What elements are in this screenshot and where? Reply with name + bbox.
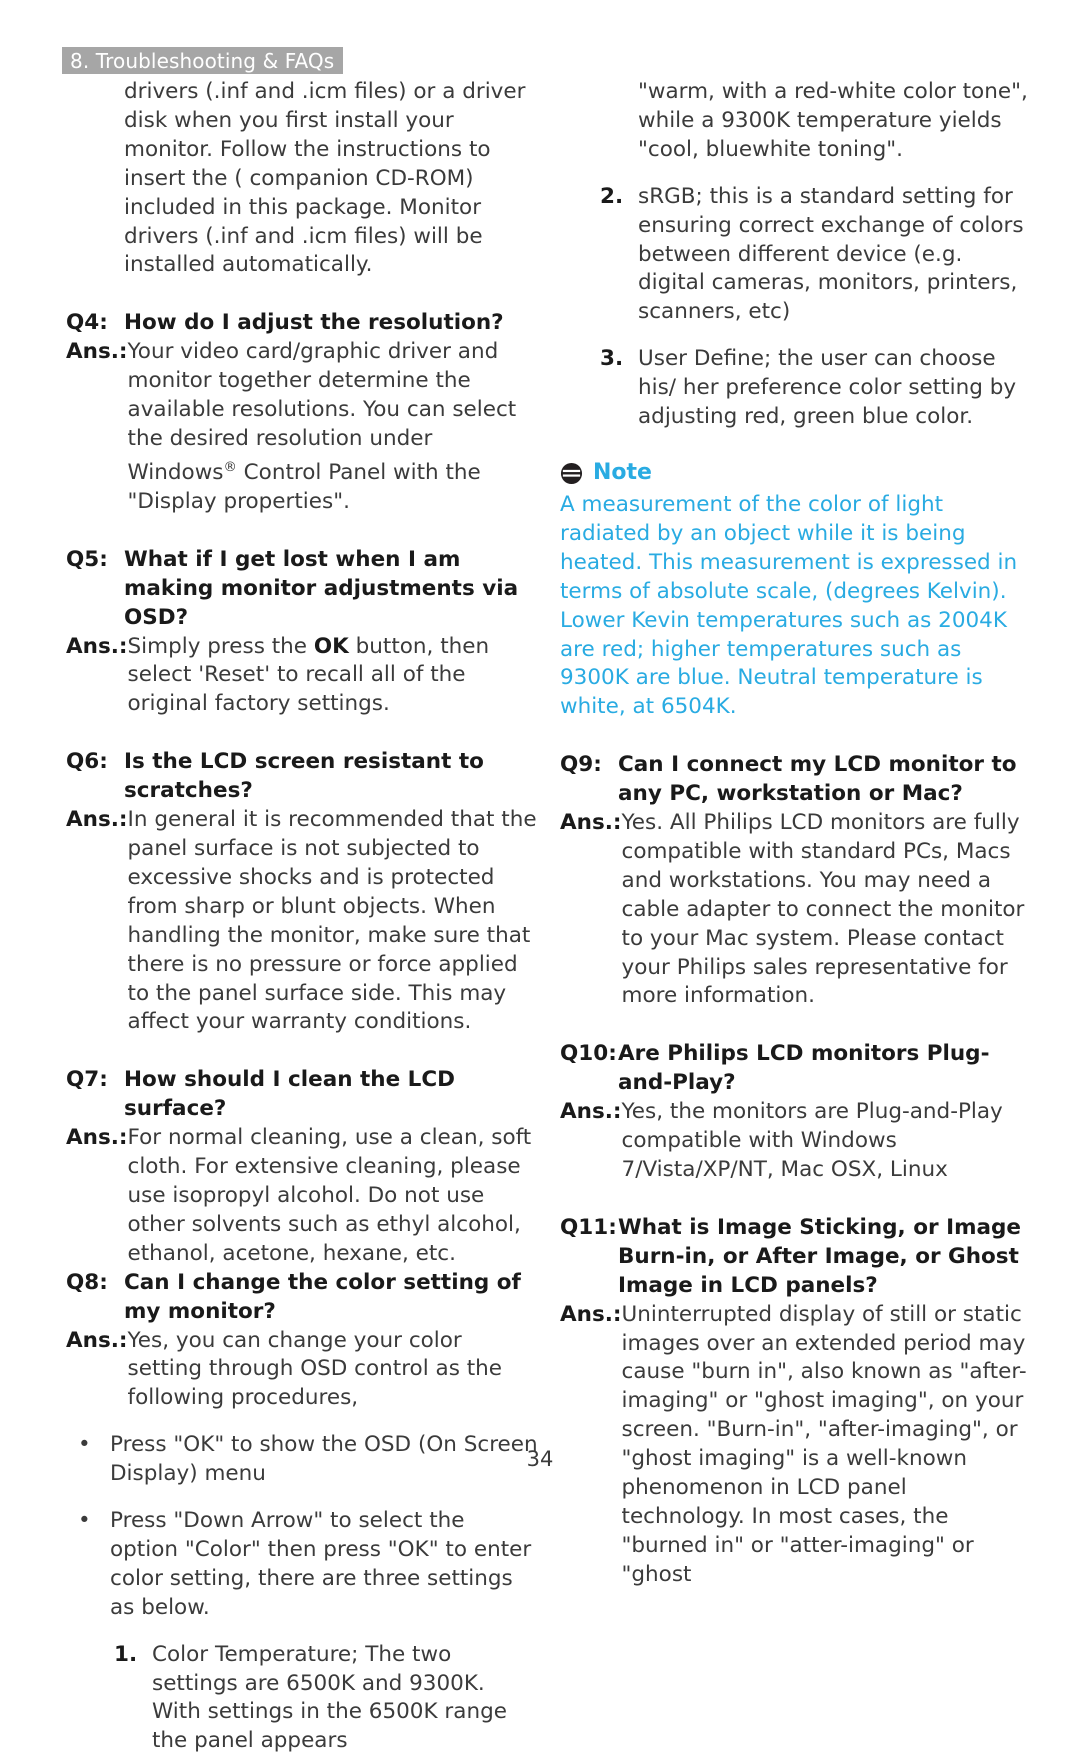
faq-question-row: Q5: What if I get lost when I am making …: [66, 546, 538, 633]
faq-answer-row: Ans.: Yes, the monitors are Plug-and-Pla…: [560, 1098, 1032, 1185]
number-marker: 3.: [600, 346, 624, 372]
faq-a-label: Ans.:: [66, 339, 128, 365]
faq-item-q10: Q10: Are Philips LCD monitors Plug-and-P…: [560, 1040, 1032, 1185]
faq-answer-text: Yes. All Philips LCD monitors are fully …: [621, 810, 1025, 1009]
faq-a-label: Ans.:: [560, 810, 622, 836]
right-continuation-paragraph: "warm, with a red-white color tone", whi…: [638, 79, 1028, 162]
faq-answer-text: Uninterrupted display of still or static…: [621, 1301, 1027, 1587]
number-marker: 2.: [600, 183, 624, 209]
note-body-text: A measurement of the color of light radi…: [560, 491, 1018, 720]
numbered-list-item-text: Color Temperature; The two settings are …: [152, 1641, 507, 1754]
faq-question-row: Q11: What is Image Sticking, or Image Bu…: [560, 1214, 1032, 1301]
numbered-list-item: 2. sRGB; this is a standard setting for …: [560, 183, 1032, 328]
faq-answer-text: For normal cleaning, use a clean, soft c…: [127, 1125, 532, 1266]
ok-button-mention: OK: [313, 633, 349, 659]
faq-q-label: Q10:: [560, 1041, 617, 1067]
faq-question-text: Can I change the color setting of my mon…: [124, 1269, 521, 1324]
faq-answer-text: Yes, the monitors are Plug-and-Play comp…: [621, 1099, 1003, 1182]
faq-answer-text: In general it is recommended that the pa…: [127, 807, 537, 1035]
faq-q-label: Q8:: [66, 1269, 108, 1295]
numbered-list-item: 3. User Define; the user can choose his/…: [560, 345, 1032, 432]
left-column: drivers (.inf and .icm files) or a drive…: [66, 78, 538, 1756]
faq-item-q11: Q11: What is Image Sticking, or Image Bu…: [560, 1214, 1032, 1590]
faq-q-label: Q6:: [66, 749, 108, 775]
numbered-list-item: 1. Color Temperature; The two settings a…: [66, 1641, 538, 1756]
faq-item-q5: Q5: What if I get lost when I am making …: [66, 546, 538, 719]
faq-answer-row: Ans.: Yes, you can change your color set…: [66, 1327, 538, 1414]
faq-answer-row: Ans.: For normal cleaning, use a clean, …: [66, 1124, 538, 1269]
faq-question-text: Is the LCD screen resistant to scratches…: [124, 749, 484, 804]
list-item-text: Press "Down Arrow" to select the option …: [110, 1508, 532, 1620]
faq-question-row: Q6: Is the LCD screen resistant to scrat…: [66, 748, 538, 806]
faq-a-label: Ans.:: [66, 633, 128, 659]
faq-q-label: Q7:: [66, 1067, 108, 1093]
faq-question-text: How do I adjust the resolution?: [124, 310, 504, 336]
faq-a-label: Ans.:: [560, 1099, 622, 1125]
faq-question-text: How should I clean the LCD surface?: [124, 1067, 455, 1122]
faq-q-label: Q5:: [66, 546, 108, 572]
registered-mark: ®: [223, 459, 237, 475]
right-column: "warm, with a red-white color tone", whi…: [560, 78, 1032, 1756]
faq-question-row: Q10: Are Philips LCD monitors Plug-and-P…: [560, 1040, 1032, 1098]
faq-question-text: Are Philips LCD monitors Plug-and-Play?: [618, 1041, 990, 1096]
faq-q-label: Q11:: [560, 1214, 617, 1240]
faq-a-label: Ans.:: [66, 1125, 128, 1151]
faq-answer-row: Ans.: In general it is recommended that …: [66, 806, 538, 1037]
faq-answer-row: Ans.: Uninterrupted display of still or …: [560, 1301, 1032, 1590]
page-columns: drivers (.inf and .icm files) or a drive…: [0, 78, 1080, 1756]
number-marker: 1.: [114, 1641, 138, 1667]
faq-item-q8: Q8: Can I change the color setting of my…: [66, 1269, 538, 1414]
faq-question-row: Q4: How do I adjust the resolution?: [66, 309, 538, 338]
faq-a-label: Ans.:: [66, 807, 128, 833]
faq-question-text: What is Image Sticking, or Image Burn-in…: [618, 1214, 1021, 1298]
chapter-header-label: 8. Troubleshooting & FAQs: [70, 48, 335, 73]
faq-q-label: Q9:: [560, 752, 602, 778]
faq-question-row: Q9: Can I connect my LCD monitor to any …: [560, 751, 1032, 809]
note-header: Note: [560, 462, 1032, 485]
faq-answer-row: Ans.: Yes. All Philips LCD monitors are …: [560, 809, 1032, 1011]
numbered-list-item-text: sRGB; this is a standard setting for ens…: [638, 183, 1024, 325]
faq-answer-row: Ans.: Your video card/graphic driver and…: [66, 338, 538, 517]
faq-question-row: Q7: How should I clean the LCD surface?: [66, 1066, 538, 1124]
left-continuation-paragraph: drivers (.inf and .icm files) or a drive…: [124, 79, 526, 278]
chapter-header-band: 8. Troubleshooting & FAQs: [62, 47, 344, 74]
faq-item-q4: Q4: How do I adjust the resolution? Ans.…: [66, 309, 538, 517]
note-icon: [560, 462, 583, 485]
faq-answer-text: Yes, you can change your color setting t…: [127, 1327, 503, 1411]
faq-answer-row: Ans.: Simply press the OK button, then s…: [66, 633, 538, 720]
faq-item-q9: Q9: Can I connect my LCD monitor to any …: [560, 751, 1032, 1011]
faq-question-text: What if I get lost when I am making moni…: [124, 546, 519, 630]
faq-answer-text: Your video card/graphic driver and monit…: [128, 338, 538, 517]
faq-question-text: Can I connect my LCD monitor to any PC, …: [618, 752, 1017, 807]
list-item: • Press "Down Arrow" to select the optio…: [66, 1507, 538, 1623]
note-callout: Note A measurement of the color of light…: [560, 462, 1032, 722]
faq-q-label: Q4:: [66, 310, 108, 336]
faq-item-q7: Q7: How should I clean the LCD surface? …: [66, 1066, 538, 1268]
faq-question-row: Q8: Can I change the color setting of my…: [66, 1269, 538, 1327]
note-title: Note: [593, 460, 652, 486]
faq-a-label: Ans.:: [560, 1301, 622, 1327]
faq-a-label: Ans.:: [66, 1327, 128, 1353]
faq-answer-part-1: Simply press the: [127, 633, 314, 659]
faq-item-q6: Q6: Is the LCD screen resistant to scrat…: [66, 748, 538, 1037]
faq-answer-text: Simply press the OK button, then select …: [128, 633, 538, 720]
page-number: 34: [526, 1447, 554, 1471]
numbered-list-item-text: User Define; the user can choose his/ he…: [638, 346, 1017, 430]
